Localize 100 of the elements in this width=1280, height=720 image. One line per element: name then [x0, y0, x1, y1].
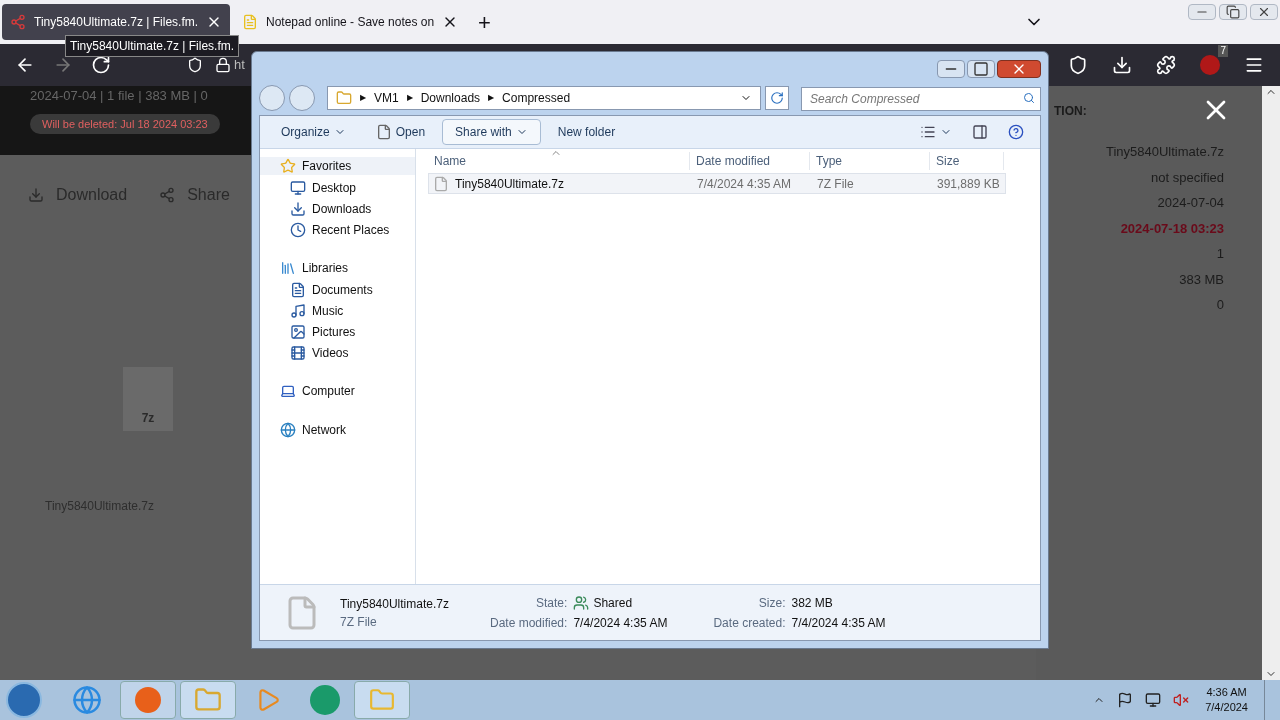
file-icon: [433, 175, 449, 192]
detail-value: 7/4/2024 4:35 AM: [791, 614, 886, 632]
help-icon[interactable]: [1008, 124, 1024, 140]
deletion-notice: Will be deleted: Jul 18 2024 03:23: [30, 113, 220, 134]
detail-value: 382 MB: [791, 594, 833, 612]
separator-icon[interactable]: ▶: [406, 92, 413, 104]
table-cell-text: 7Z File: [816, 175, 855, 193]
nav-item[interactable]: Desktop: [260, 180, 415, 196]
column-header[interactable]: Name: [428, 152, 690, 170]
restore-icon[interactable]: [1219, 4, 1247, 20]
document-icon: [375, 124, 392, 140]
clock-icon: [290, 222, 306, 238]
file-name-cell-text: Tiny5840Ultimate.7z: [455, 175, 564, 193]
folder-icon: [194, 686, 222, 714]
reload-icon[interactable]: [91, 55, 111, 75]
close-icon[interactable]: [997, 60, 1041, 78]
info-value: 1: [1216, 245, 1224, 263]
nav-item[interactable]: Music: [260, 303, 415, 319]
users-icon: [573, 594, 590, 611]
detail-value: Shared: [593, 594, 633, 612]
nav-item[interactable]: Favorites: [260, 157, 415, 175]
column-header[interactable]: Date modified: [690, 152, 810, 170]
refresh-icon[interactable]: [765, 86, 789, 110]
views-icon[interactable]: [920, 124, 936, 140]
shield-icon[interactable]: [187, 57, 203, 73]
table-cell-text: 391,889 KB: [936, 175, 1001, 193]
file-row[interactable]: Tiny5840Ultimate.7z 7/4/2024 4:35 AM 7Z File 391,889 KB: [428, 173, 1006, 194]
nav-item[interactable]: Computer: [260, 382, 415, 400]
extensions-icon[interactable]: [1156, 55, 1176, 75]
detail-label: Date created:: [712, 614, 786, 632]
clock-time[interactable]: 4:36 AM: [1206, 685, 1247, 700]
info-value: 0: [1216, 296, 1224, 314]
film-icon: [290, 345, 306, 361]
document-icon: [290, 282, 306, 298]
start-button[interactable]: [6, 682, 42, 718]
breadcrumb-item[interactable]: Compressed: [502, 89, 571, 107]
tab-tooltip: Tiny5840Ultimate.7z | Files.fm.: [65, 35, 240, 57]
star-icon: [280, 158, 296, 174]
separator-icon[interactable]: ▶: [360, 92, 366, 104]
info-value: Tiny5840Ultimate.7z: [1106, 143, 1224, 161]
desktop-icon: [290, 180, 306, 196]
flag-icon[interactable]: [1117, 692, 1134, 708]
info-value: not specified: [1151, 168, 1224, 187]
breadcrumb-item[interactable]: Downloads: [420, 89, 481, 107]
detail-name: Tiny5840Ultimate.7z: [340, 595, 450, 613]
nav-item[interactable]: Documents: [260, 282, 415, 298]
minimize-icon[interactable]: [937, 60, 965, 78]
toolbar-button[interactable]: Organize: [268, 119, 359, 145]
nav-item[interactable]: Network: [260, 421, 415, 439]
computer-icon: [280, 383, 296, 399]
breadcrumb-item[interactable]: VM1: [374, 89, 399, 107]
detail-label: Date modified:: [490, 614, 568, 632]
folder-icon: [336, 90, 352, 106]
download-icon: [28, 187, 44, 203]
column-header[interactable]: Size: [930, 152, 1004, 170]
nav-item[interactable]: Recent Places: [260, 222, 415, 238]
menu-icon[interactable]: [1244, 55, 1264, 75]
clock-date[interactable]: 7/4/2024: [1205, 700, 1248, 715]
download-icon: [290, 201, 306, 217]
download-icon[interactable]: [1112, 55, 1132, 75]
new-tab-button[interactable]: +: [466, 5, 503, 39]
folder-icon: [369, 687, 395, 713]
maximize-icon[interactable]: [967, 60, 995, 78]
close-icon[interactable]: [1250, 4, 1278, 20]
nav-item[interactable]: Downloads: [260, 201, 415, 217]
detail-label: State:: [535, 594, 568, 612]
extension-badge: 7: [1218, 45, 1228, 57]
nav-item[interactable]: Libraries: [260, 259, 415, 277]
info-heading: TION:: [1054, 103, 1087, 120]
share-icon: [159, 187, 176, 203]
detail-value: 7/4/2024 4:35 AM: [573, 614, 668, 632]
info-value: 2024-07-18 03:23: [1120, 219, 1224, 238]
search-icon[interactable]: [1023, 92, 1035, 104]
column-header[interactable]: Type: [810, 152, 930, 170]
table-cell-text: 7/4/2024 4:35 AM: [696, 175, 793, 193]
nav-item[interactable]: Videos: [260, 345, 415, 361]
network-icon[interactable]: [1145, 692, 1162, 708]
toolbar-button[interactable]: Open: [362, 119, 439, 145]
preview-pane-icon[interactable]: [972, 124, 988, 140]
detail-label: Size:: [757, 594, 786, 612]
tab-title: Tiny5840Ultimate.7z | Files.fm.: [34, 14, 199, 31]
speaker-icon[interactable]: [1173, 692, 1190, 708]
info-value: 383 MB: [1179, 270, 1224, 289]
notepad-icon: [242, 14, 258, 30]
separator-icon[interactable]: ▶: [488, 92, 495, 104]
lock-icon[interactable]: [215, 57, 231, 73]
toolbar-button[interactable]: Share with: [442, 119, 541, 145]
file-type-label: 7z: [141, 410, 155, 427]
nav-item[interactable]: Pictures: [260, 324, 415, 340]
address-text[interactable]: ht: [234, 55, 245, 75]
browser-tab[interactable]: Tiny5840Ultimate.7z | Files.fm.: [2, 4, 230, 40]
tab-title: Notepad online - Save notes on: [266, 14, 435, 31]
summary-text: 2024-07-04 | 1 file | 383 MB | 0: [30, 87, 208, 105]
toolbar-button[interactable]: New folder: [544, 119, 629, 145]
info-value: 2024-07-04: [1157, 194, 1224, 212]
globe-icon: [280, 422, 296, 438]
image-icon: [290, 324, 306, 340]
library-icon: [280, 260, 296, 276]
music-note-icon: [290, 303, 306, 319]
search-field[interactable]: Search Compressed: [801, 87, 1041, 111]
